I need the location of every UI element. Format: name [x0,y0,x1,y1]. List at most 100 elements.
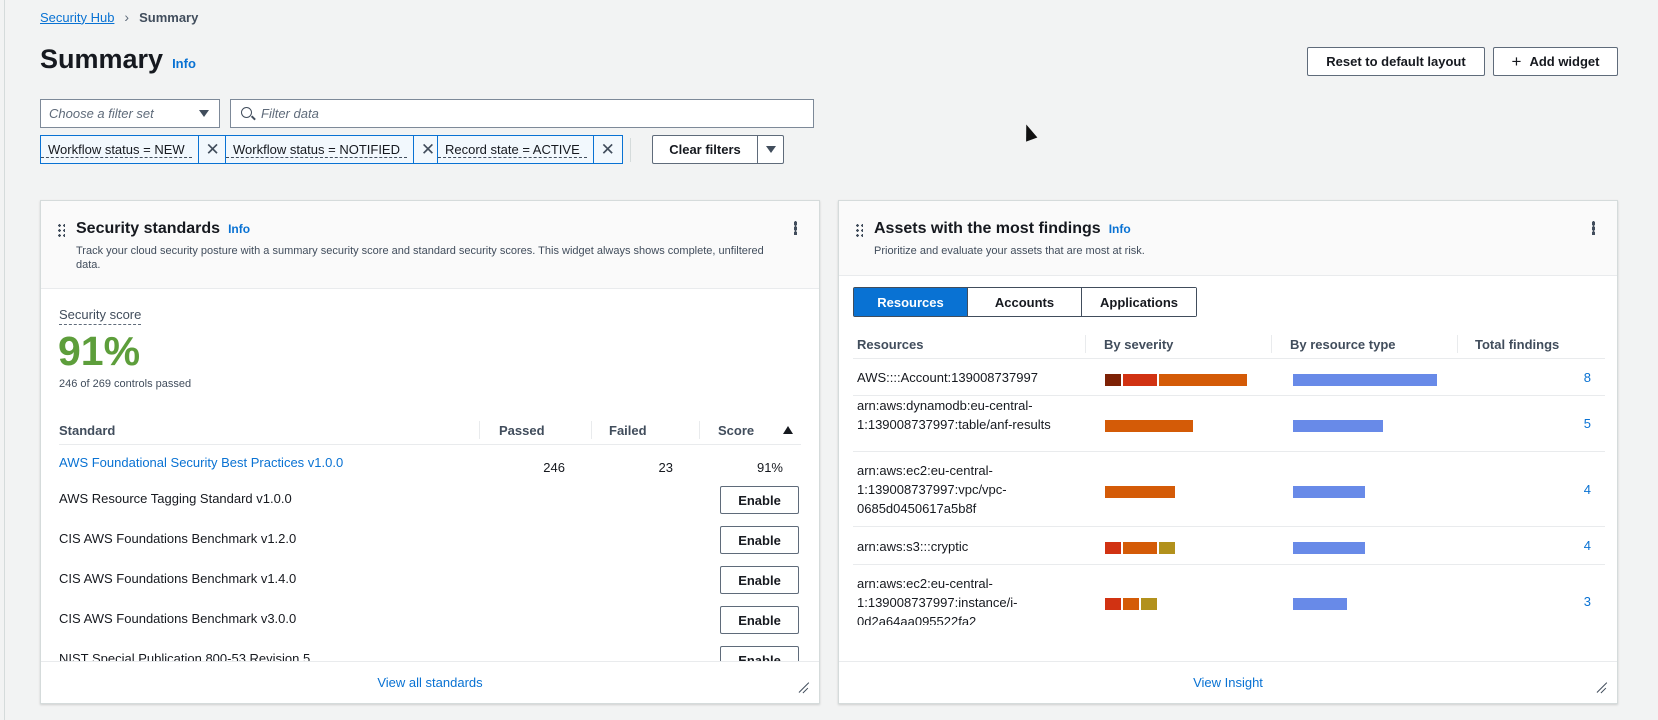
mouse-cursor-icon [1020,122,1038,142]
score-value: 91% [756,460,783,475]
security-score-subtext: 246 of 269 controls passed [59,378,192,390]
assets-table-body: AWS::::Account:139008737997 8 arn:aws:dyna… [853,359,1605,625]
column-divider [479,421,480,439]
security-score-label: Security score [59,307,142,325]
total-findings-link[interactable]: 4 [1584,482,1591,497]
severity-segment-low [1159,542,1175,554]
assets-table: Resources By severity By resource type T… [853,329,1605,625]
tab-accounts[interactable]: Accounts [968,288,1082,316]
tab-resources[interactable]: Resources [854,288,968,316]
widget-title-text: Assets with the most findings [874,220,1101,237]
severity-segment-medium [1123,542,1157,554]
failed-value: 23 [658,460,673,475]
column-divider [1457,335,1458,353]
clear-filters-dropdown[interactable] [757,136,783,163]
enable-button[interactable]: Enable [720,606,799,634]
table-row: NIST Special Publication 800-53 Revision… [59,639,801,661]
page-title: Summary [40,44,164,74]
filter-data-input[interactable]: Filter data [230,99,814,128]
asset-type-segmented-control: Resources Accounts Applications [853,287,1197,317]
passed-value: 246 [543,460,565,475]
reset-layout-label: Reset to default layout [1326,54,1466,69]
table-row: arn:aws:s3:::cryptic 4 [853,527,1605,565]
standard-name: NIST Special Publication 800-53 Revision… [59,651,311,661]
resize-handle-icon[interactable] [797,681,809,693]
close-icon[interactable]: ✕ [197,136,227,163]
standard-name: AWS Resource Tagging Standard v1.0.0 [59,491,292,506]
add-widget-label: Add widget [1529,54,1600,69]
drag-handle-icon[interactable] [855,223,863,237]
widget-description: Track your cloud security posture with a… [76,245,764,271]
col-failed[interactable]: Failed [609,423,647,438]
standard-name-link[interactable]: AWS Foundational Security Best Practices… [59,455,343,470]
severity-bar [1105,373,1247,386]
severity-bar [1105,598,1157,610]
col-standard[interactable]: Standard [59,423,115,438]
filter-token-label[interactable]: Workflow status = NOTIFIED [226,142,407,158]
total-findings-link[interactable]: 8 [1584,370,1591,385]
security-score-value: 91% [58,328,141,374]
enable-button[interactable]: Enable [720,566,799,594]
more-options-icon[interactable] [1592,221,1595,235]
filter-set-select[interactable]: Choose a filter set [40,99,220,128]
search-icon [241,107,252,118]
view-insight-link[interactable]: View Insight [1193,675,1263,690]
table-row: arn:aws:dynamodb:eu-central-1:1390087379… [853,396,1605,452]
assets-most-findings-widget: Assets with the most findings Info Prior… [838,200,1618,704]
table-row: CIS AWS Foundations Benchmark v1.4.0 Ena… [59,559,801,599]
chevron-right-icon: › [124,9,130,25]
widget-info-link[interactable]: Info [1109,222,1131,236]
resource-type-bar [1293,485,1365,498]
resize-handle-icon[interactable] [1595,681,1607,693]
severity-bar [1105,542,1175,554]
column-divider [699,421,700,439]
widget-info-link[interactable]: Info [228,222,250,236]
divider [630,138,631,162]
severity-segment-high [1123,373,1157,386]
col-passed[interactable]: Passed [499,423,545,438]
standards-table-body: AWS Foundational Security Best Practices… [59,445,801,661]
reset-layout-button[interactable]: Reset to default layout [1307,47,1485,76]
widget-title: Assets with the most findings Info [874,220,1131,238]
widget-title-text: Security standards [76,220,221,237]
col-score[interactable]: Score [718,423,754,438]
severity-segment-high [1105,598,1121,610]
close-icon[interactable]: ✕ [592,136,622,163]
assets-table-header: Resources By severity By resource type T… [853,329,1605,359]
filter-data-placeholder: Filter data [261,106,319,121]
clear-filters-button[interactable]: Clear filters [653,136,757,163]
drag-handle-icon[interactable] [57,223,65,237]
filter-token-record-active: Record state = ACTIVE ✕ [437,135,623,164]
total-findings-link[interactable]: 4 [1584,538,1591,553]
total-findings-link[interactable]: 5 [1584,416,1591,431]
add-widget-button[interactable]: + Add widget [1493,47,1618,76]
enable-button[interactable]: Enable [720,526,799,554]
resource-type-bar [1293,420,1383,432]
page-left-border [4,0,5,720]
filter-token-label[interactable]: Workflow status = NEW [41,142,192,158]
resource-identifier: arn:aws:s3:::cryptic [857,538,969,554]
sort-ascending-icon[interactable] [783,426,793,434]
widget-description: Prioritize and evaluate your assets that… [874,245,1145,257]
enable-button[interactable]: Enable [720,646,799,661]
standard-name: CIS AWS Foundations Benchmark v3.0.0 [59,611,297,626]
page-info-link[interactable]: Info [172,56,196,71]
enable-button[interactable]: Enable [720,486,799,514]
tab-applications[interactable]: Applications [1082,288,1196,316]
column-divider [1085,335,1086,353]
resource-type-bar [1293,542,1365,554]
widget-header: Security standards Info Track your cloud… [41,201,819,289]
widget-title: Security standards Info [76,220,250,238]
col-by-resource-type: By resource type [1290,337,1396,352]
severity-bar [1105,420,1193,432]
severity-segment-low [1141,598,1157,610]
table-row: CIS AWS Foundations Benchmark v1.2.0 Ena… [59,519,801,559]
view-all-standards-link[interactable]: View all standards [377,675,482,690]
column-divider [1271,335,1272,353]
more-options-icon[interactable] [794,221,797,235]
filter-token-label[interactable]: Record state = ACTIVE [438,142,587,158]
breadcrumb-security-hub[interactable]: Security Hub [40,10,114,25]
widget-header: Assets with the most findings Info Prior… [839,201,1617,276]
total-findings-link[interactable]: 3 [1584,594,1591,609]
caret-down-icon [765,146,776,153]
